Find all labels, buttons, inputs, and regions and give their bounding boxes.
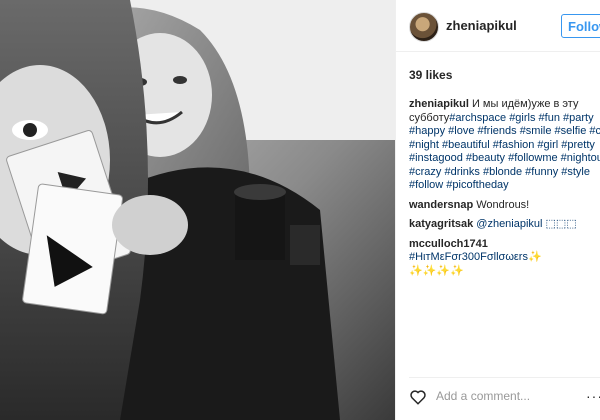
comments-list: zheniapikul И мы идём)уже в эту субботу#… <box>409 98 600 284</box>
post-photo[interactable] <box>0 0 395 420</box>
comment-username[interactable]: mcculloch1741 <box>409 238 488 250</box>
caption-username[interactable]: zheniapikul <box>409 98 469 110</box>
hashtag-group[interactable]: #archspace #girls #fun #party <box>449 112 593 124</box>
hashtag-group[interactable]: #night #beautiful #fashion #girl #pretty <box>409 139 599 153</box>
caption-text: субботу <box>409 111 450 124</box>
hashtag-group[interactable]: #crazy #drinks #blonde #funny #style <box>409 166 599 180</box>
post-header: zheniapikul Follow <box>396 0 600 52</box>
comment-username[interactable]: katyagritsak <box>409 218 473 230</box>
caption-line: zheniapikul И мы идём)уже в эту <box>409 98 599 112</box>
more-options-icon[interactable]: ··· <box>586 388 600 404</box>
comment-text: Wondrous! <box>476 198 530 211</box>
likes-count[interactable]: 39 likes <box>409 68 452 82</box>
divider <box>409 377 600 378</box>
header-username[interactable]: zheniapikul <box>446 18 517 33</box>
comment: mcculloch1741 #HιтMεFσr300Fσllσωεrѕ✨ ✨✨✨… <box>409 238 599 279</box>
comment: katyagritsak @zheniapikul ⬚⬚⬚ <box>409 218 599 232</box>
post-side-panel: zheniapikul Follow 39 likes zheniapikul … <box>395 0 600 420</box>
caption-line: субботу#archspace #girls #fun #party <box>409 112 599 126</box>
selfie-image <box>0 0 395 420</box>
follow-button[interactable]: Follow <box>561 14 600 38</box>
comment-hashtag[interactable]: #HιтMεFσr300Fσllσωεrѕ✨ <box>409 251 542 263</box>
comment-username[interactable]: wandersnap <box>409 199 473 211</box>
comment-emoji: ✨✨✨✨ <box>409 264 464 277</box>
hashtag-group[interactable]: #happy #love #friends #smile #selfie #cu <box>409 125 600 139</box>
hashtag-group[interactable]: #follow #picoftheday <box>409 179 599 193</box>
hashtag-group[interactable]: #instagood #beauty #followme #nightout <box>409 152 600 166</box>
caption-text: И мы идём)уже в эту <box>471 98 579 110</box>
caption: zheniapikul И мы идём)уже в эту субботу#… <box>409 98 600 193</box>
heart-icon[interactable] <box>409 388 427 406</box>
avatar[interactable] <box>409 12 439 42</box>
add-comment-input[interactable]: Add a comment... <box>436 389 530 403</box>
comment: wandersnap Wondrous! <box>409 199 599 213</box>
comment-text: @zheniapikul ⬚⬚⬚ <box>476 218 577 230</box>
